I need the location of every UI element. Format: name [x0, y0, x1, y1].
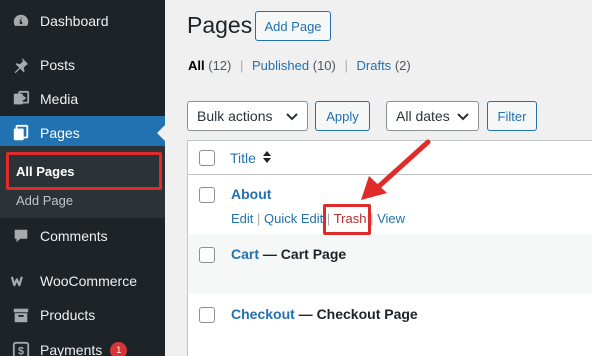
pages-icon	[11, 123, 31, 143]
select-all-checkbox[interactable]	[199, 150, 215, 166]
add-page-button[interactable]: Add Page	[255, 11, 331, 41]
arrow-annotation	[361, 139, 431, 200]
view-drafts[interactable]: Drafts	[357, 58, 392, 73]
table-row: Checkout — Checkout Page	[188, 294, 592, 356]
svg-text:$: $	[18, 346, 24, 356]
sidebar-item-label: Products	[40, 307, 96, 323]
sidebar-item-pages[interactable]: Pages	[0, 116, 165, 150]
status-views: All (12) | Published (10) | Drafts (2)	[188, 58, 411, 73]
submenu-item-add-page[interactable]: Add Page	[16, 193, 73, 208]
sidebar-item-posts[interactable]: Posts	[0, 48, 165, 82]
chevron-down-icon	[285, 109, 299, 126]
view-link[interactable]: View	[377, 211, 405, 226]
row-title-link[interactable]: Checkout — Checkout Page	[231, 306, 418, 322]
chevron-down-icon	[456, 109, 470, 126]
sidebar-item-label: Media	[40, 91, 79, 107]
edit-link[interactable]: Edit	[231, 211, 253, 226]
sidebar-item-products[interactable]: Products	[0, 298, 165, 332]
sidebar-item-payments[interactable]: $ Payments 1	[0, 333, 165, 356]
apply-button[interactable]: Apply	[315, 101, 370, 131]
column-title[interactable]: Title	[230, 150, 256, 166]
comment-icon	[11, 226, 31, 246]
filter-button[interactable]: Filter	[487, 101, 537, 131]
separator: |	[240, 58, 244, 73]
sidebar-item-comments[interactable]: Comments	[0, 219, 165, 253]
sidebar-item-dashboard[interactable]: Dashboard	[0, 4, 165, 38]
media-icon	[11, 89, 31, 109]
sidebar-item-label: Posts	[40, 57, 76, 73]
row-checkbox[interactable]	[199, 307, 215, 323]
pin-icon	[11, 55, 31, 75]
archive-icon	[11, 305, 31, 325]
row-actions: Edit | Quick Edit | Trash | View	[231, 211, 405, 226]
highlight-box-trash	[323, 204, 371, 235]
sidebar-item-label: Payments	[40, 342, 103, 356]
view-all[interactable]: All	[188, 58, 205, 73]
page-title: Pages	[187, 12, 253, 38]
view-count: (12)	[208, 58, 232, 73]
view-count: (10)	[312, 58, 336, 73]
dashboard-icon	[11, 11, 31, 31]
dates-select[interactable]: All dates	[386, 101, 479, 131]
row-checkbox[interactable]	[199, 247, 215, 263]
view-count: (2)	[394, 58, 411, 73]
sidebar-item-label: WooCommerce	[40, 273, 137, 289]
highlight-box-all-pages	[6, 152, 162, 190]
admin-sidebar: Dashboard Posts Media Pages All Pages Ad…	[0, 0, 165, 356]
separator: |	[344, 58, 348, 73]
sidebar-item-label: Pages	[40, 125, 80, 141]
dollar-icon: $	[11, 340, 31, 356]
view-published[interactable]: Published	[252, 58, 309, 73]
sidebar-item-label: Comments	[40, 228, 108, 244]
quick-edit-link[interactable]: Quick Edit	[264, 211, 323, 226]
notification-badge: 1	[110, 341, 128, 356]
sidebar-item-label: Dashboard	[40, 13, 109, 29]
woocommerce-icon	[11, 271, 31, 291]
table-row: Cart — Cart Page	[188, 234, 592, 294]
row-checkbox[interactable]	[199, 187, 215, 203]
bulk-actions-select[interactable]: Bulk actions	[187, 101, 308, 131]
select-value: All dates	[396, 108, 450, 124]
sidebar-item-media[interactable]: Media	[0, 82, 165, 116]
row-title-link[interactable]: Cart — Cart Page	[231, 246, 346, 262]
separator: |	[257, 211, 261, 226]
row-title-link[interactable]: About	[231, 186, 271, 202]
select-value: Bulk actions	[197, 108, 273, 124]
sort-icon[interactable]	[262, 150, 272, 169]
sidebar-item-woocommerce[interactable]: WooCommerce	[0, 264, 165, 298]
